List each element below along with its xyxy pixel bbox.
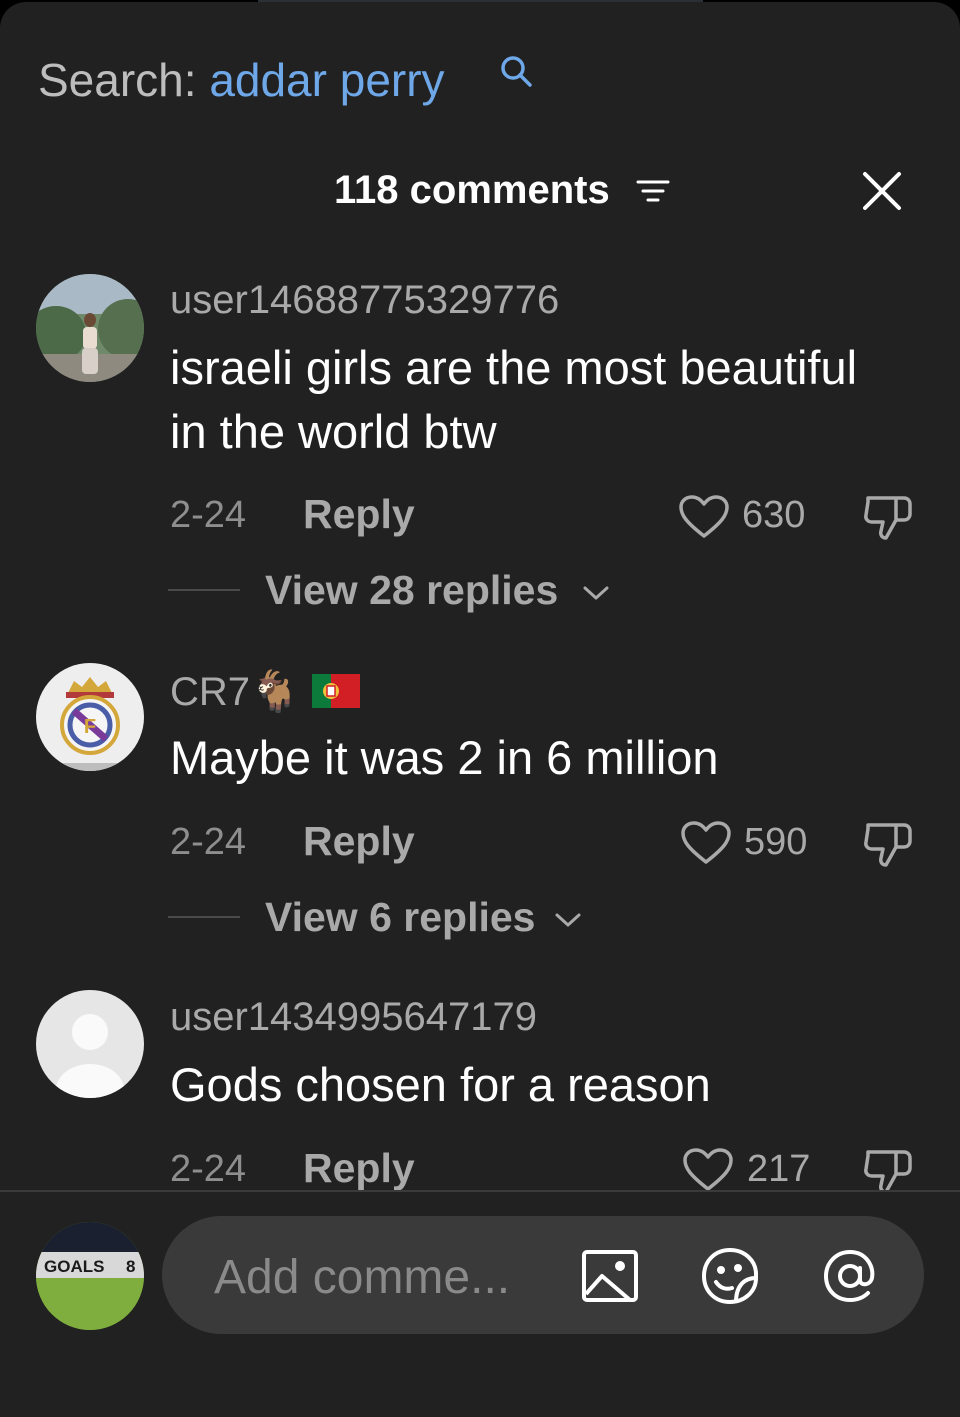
search-suggestion[interactable]: Search: addar perry xyxy=(38,52,445,108)
replies-divider xyxy=(168,916,240,918)
avatar-goals-number: 8 xyxy=(126,1257,135,1276)
thumbs-down-icon[interactable] xyxy=(862,492,914,542)
filter-icon[interactable] xyxy=(636,176,670,206)
like-count: 590 xyxy=(744,821,808,863)
view-replies[interactable]: View 6 replies xyxy=(168,894,598,944)
view-replies[interactable]: View 28 replies xyxy=(168,567,628,617)
view-replies-label[interactable]: View 28 replies xyxy=(265,567,558,614)
svg-text:F: F xyxy=(84,716,96,738)
comment-text: Gods chosen for a reason xyxy=(170,1058,711,1111)
like-count: 217 xyxy=(747,1148,811,1190)
heart-icon[interactable] xyxy=(678,494,730,540)
comments-sheet: Search: addar perry 118 comments user146… xyxy=(0,2,960,1417)
portugal-flag-icon xyxy=(312,674,360,708)
comment-username[interactable]: CR7🐐 xyxy=(170,668,300,715)
comment-input[interactable] xyxy=(212,1246,546,1308)
comment-composer: GOALS 8 xyxy=(0,1192,960,1417)
thumbs-down-icon[interactable] xyxy=(862,819,914,869)
heart-icon[interactable] xyxy=(682,1147,734,1193)
comment-date: 2-24 xyxy=(170,494,247,536)
goat-emoji: 🐐 xyxy=(250,670,300,714)
comment-date: 2-24 xyxy=(170,821,247,863)
username-text: CR7 xyxy=(170,670,251,714)
close-icon[interactable] xyxy=(861,170,903,212)
chevron-down-icon xyxy=(583,586,609,600)
search-icon[interactable] xyxy=(498,54,534,90)
at-mention-icon[interactable] xyxy=(818,1244,882,1308)
my-avatar[interactable]: GOALS 8 xyxy=(36,1222,144,1330)
comment-text: Maybe it was 2 in 6 million xyxy=(170,731,719,784)
comment-username[interactable]: user14688775329776 xyxy=(170,278,559,323)
heart-icon[interactable] xyxy=(680,820,732,866)
comment-date: 2-24 xyxy=(170,1148,247,1190)
comment-username[interactable]: user1434995647179 xyxy=(170,995,537,1040)
avatar-goals-text: GOALS xyxy=(44,1257,104,1276)
thumbs-down-icon[interactable] xyxy=(862,1146,914,1196)
reply-button[interactable]: Reply xyxy=(303,491,415,538)
search-query[interactable]: addar perry xyxy=(209,54,444,106)
comment-text: israeli girls are the most beautiful in … xyxy=(170,341,858,458)
avatar[interactable] xyxy=(36,990,144,1098)
chevron-down-icon xyxy=(555,913,581,927)
comments-header: 118 comments xyxy=(0,162,960,222)
comment-input-container xyxy=(162,1216,924,1334)
reply-button[interactable]: Reply xyxy=(303,818,415,865)
avatar[interactable] xyxy=(36,274,144,382)
like-count: 630 xyxy=(742,494,806,536)
view-replies-label[interactable]: View 6 replies xyxy=(265,894,535,941)
search-label: Search: xyxy=(38,54,210,106)
replies-divider xyxy=(168,589,240,591)
avatar[interactable]: F xyxy=(36,663,144,771)
reply-button[interactable]: Reply xyxy=(303,1145,415,1192)
emoji-sticker-icon[interactable] xyxy=(698,1244,762,1308)
comment-count: 118 comments xyxy=(334,168,610,212)
image-icon[interactable] xyxy=(578,1244,642,1308)
